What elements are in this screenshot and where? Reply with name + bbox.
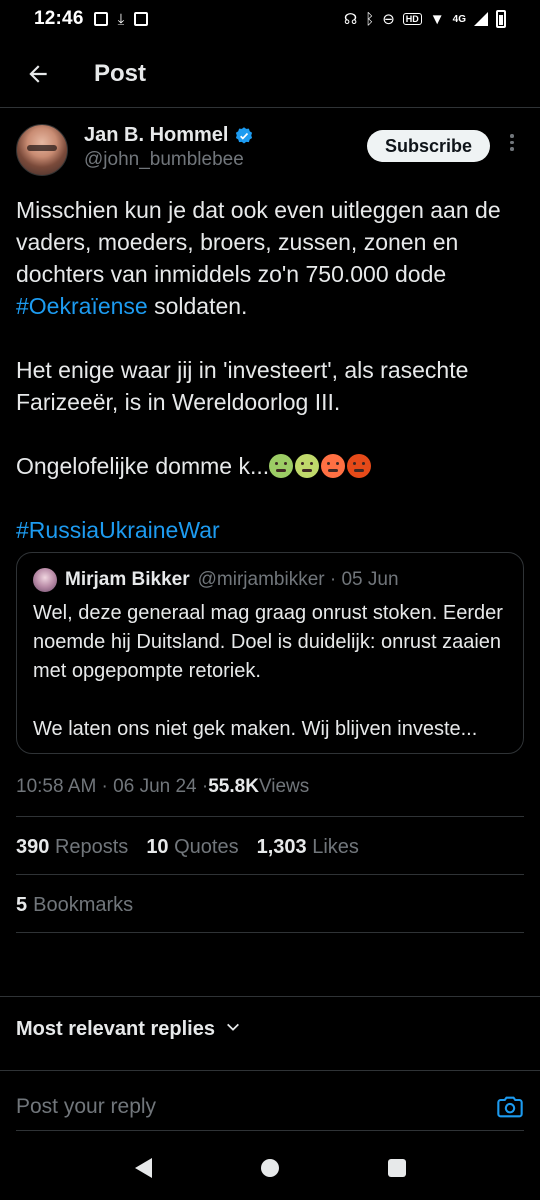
hd-voice-icon: HD xyxy=(402,13,422,25)
network-type: 4G xyxy=(452,13,466,25)
author-avatar[interactable] xyxy=(16,124,68,176)
section-divider xyxy=(0,996,540,997)
quoted-author-handle-date: @mirjambikker · 05 Jun xyxy=(197,569,399,590)
bookmarks-stat[interactable]: 5 Bookmarks xyxy=(16,890,133,920)
post-text: Misschien kun je dat ook even uitleggen … xyxy=(16,194,524,546)
views-count: 55.8K xyxy=(208,776,259,797)
replies-sort-label: Most relevant replies xyxy=(16,1017,215,1040)
angry-face-icon xyxy=(321,454,346,478)
replies-sort-dropdown[interactable]: Most relevant replies xyxy=(16,1014,241,1044)
verified-badge-icon xyxy=(234,126,254,146)
likes-stat[interactable]: 1,303 Likes xyxy=(257,836,359,859)
nauseated-face-icon xyxy=(269,454,294,478)
author-handle[interactable]: @john_bumblebee xyxy=(84,149,367,171)
download-icon: ⤓ xyxy=(117,10,125,28)
quotes-stat[interactable]: 10 Quotes xyxy=(146,836,238,859)
status-bar: 12:46 ⤓ ☊ ᛒ ⊖ HD ▼ 4G xyxy=(0,0,540,38)
author-info: Jan B. Hommel @john_bumblebee xyxy=(84,124,367,171)
divider xyxy=(16,1130,524,1131)
nav-home-icon[interactable] xyxy=(260,1159,279,1177)
battery-icon xyxy=(496,10,506,28)
post-paragraph-1: Misschien kun je dat ook even uitleggen … xyxy=(16,197,501,319)
signal-icon xyxy=(474,12,488,26)
views-label: Views xyxy=(258,776,310,797)
quoted-author-avatar xyxy=(33,568,57,592)
quoted-author-name: Mirjam Bikker xyxy=(65,569,190,590)
main-post: Jan B. Hommel @john_bumblebee Subscribe … xyxy=(16,124,524,546)
wifi-icon: ▼ xyxy=(429,10,445,28)
post-paragraph-3: Ongelofelijke domme k... xyxy=(16,450,524,482)
hashtag-link[interactable]: #Oekraïense xyxy=(16,293,148,319)
author-row: Jan B. Hommel @john_bumblebee Subscribe xyxy=(16,124,524,180)
nav-back-icon[interactable] xyxy=(134,1158,152,1178)
section-divider xyxy=(0,1070,540,1071)
more-options-icon[interactable] xyxy=(500,134,524,151)
vomiting-face-icon xyxy=(295,454,320,478)
reply-bar: Post your reply xyxy=(16,1090,524,1124)
engagement-stats: 390 Reposts 10 Quotes 1,303 Likes xyxy=(16,832,359,862)
divider xyxy=(16,932,524,933)
status-time: 12:46 xyxy=(34,8,84,29)
nav-recents-icon[interactable] xyxy=(387,1159,406,1177)
quoted-post[interactable]: Mirjam Bikker @mirjambikker · 05 Jun Wel… xyxy=(16,552,524,754)
cursing-face-icon xyxy=(347,454,372,478)
quoted-post-text: Wel, deze generaal mag graag onrust stok… xyxy=(33,602,503,740)
divider xyxy=(16,874,524,875)
do-not-disturb-icon: ⊖ xyxy=(382,10,395,28)
bluetooth-icon: ᛒ xyxy=(365,10,375,28)
divider xyxy=(16,816,524,817)
headphones-icon: ☊ xyxy=(343,10,358,28)
page-title: Post xyxy=(94,59,147,87)
sd-card-icon xyxy=(134,12,149,26)
post-paragraph-2: Het enige waar jij in 'investeert', als … xyxy=(16,357,469,415)
gallery-notification-icon xyxy=(93,12,108,26)
post-timestamp: 10:58 AM · 06 Jun 24 · xyxy=(16,776,209,797)
post-timestamp-views: 10:58 AM · 06 Jun 24 · 55.8K Views xyxy=(16,772,309,802)
author-name[interactable]: Jan B. Hommel xyxy=(84,124,228,147)
reply-input[interactable]: Post your reply xyxy=(16,1095,156,1119)
reposts-stat[interactable]: 390 Reposts xyxy=(16,836,128,859)
chevron-down-icon xyxy=(225,1019,241,1040)
subscribe-button[interactable]: Subscribe xyxy=(366,130,490,162)
system-navigation-bar xyxy=(0,1136,540,1200)
top-app-bar: Post xyxy=(0,40,540,108)
hashtag-link[interactable]: #RussiaUkraineWar xyxy=(16,514,524,546)
quoted-post-header: Mirjam Bikker @mirjambikker · 05 Jun xyxy=(33,567,507,593)
camera-icon[interactable] xyxy=(496,1093,524,1121)
back-arrow-icon[interactable] xyxy=(16,52,60,96)
